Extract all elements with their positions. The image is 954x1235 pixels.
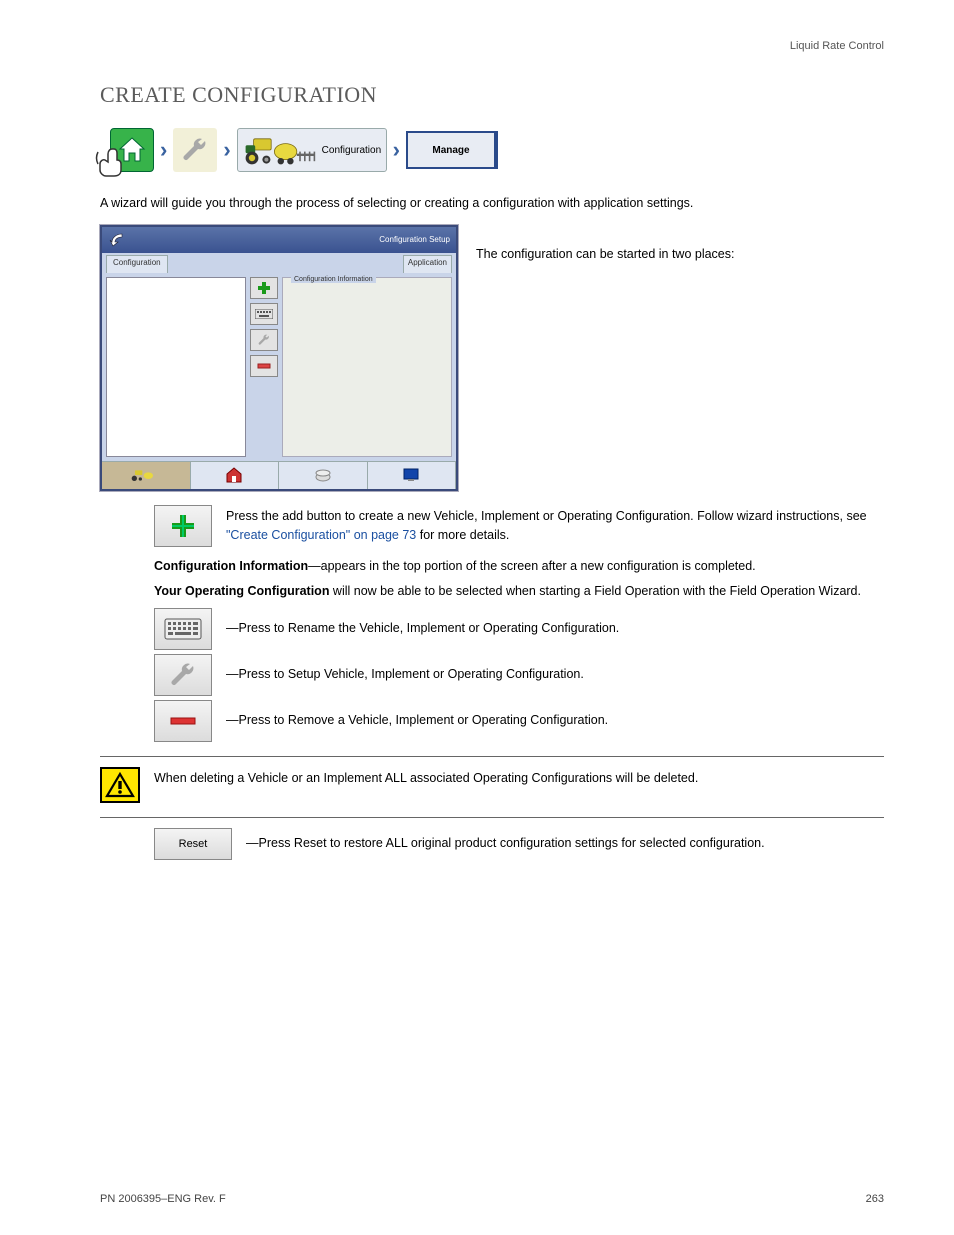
add-button-small[interactable] (250, 277, 278, 299)
screen-title-icon: Configuration Setup (379, 235, 450, 244)
wrench-icon (180, 135, 210, 165)
config-list[interactable] (106, 277, 246, 457)
tab-application[interactable]: Application (403, 255, 452, 273)
plus-icon (257, 281, 271, 295)
setup-description: —Press to Setup Vehicle, Implement or Op… (226, 665, 884, 684)
display-icon (403, 468, 419, 482)
tab-display[interactable] (368, 462, 457, 489)
chevron-right-icon: › (158, 137, 169, 163)
configuration-button[interactable]: Configuration (237, 128, 387, 172)
caution-icon (100, 767, 140, 803)
divider (100, 817, 884, 818)
setup-button[interactable] (154, 654, 212, 696)
add-button-description: Press the add button to create a new Veh… (226, 507, 884, 545)
page-footer: PN 2006395–ENG Rev. F 263 (0, 1193, 954, 1205)
remove-button-small[interactable] (250, 355, 278, 377)
divider (100, 756, 884, 757)
cross-ref-link[interactable]: "Create Configuration" on page 73 (226, 528, 416, 542)
remove-button-row: —Press to Remove a Vehicle, Implement or… (154, 700, 884, 742)
caution-row: When deleting a Vehicle or an Implement … (100, 767, 884, 803)
add-button-row: Press the add button to create a new Veh… (154, 505, 884, 547)
press-hand-icon (94, 146, 130, 178)
plus-icon (169, 512, 197, 540)
keyboard-icon (164, 618, 202, 640)
manage-label: Manage (432, 145, 469, 156)
chevron-right-icon: › (221, 137, 232, 163)
tab-product[interactable] (279, 462, 368, 489)
setup-button-row: —Press to Setup Vehicle, Implement or Op… (154, 654, 884, 696)
reset-button-row: Reset —Press Reset to restore ALL origin… (154, 828, 884, 860)
add-button[interactable] (154, 505, 212, 547)
tractor-implement-icon (244, 133, 316, 167)
breadcrumb: › › Configuration › Manage (100, 126, 884, 174)
wrench-icon (257, 333, 271, 347)
tab-vehicle[interactable] (102, 462, 191, 489)
device-bottom-tabs (102, 461, 456, 489)
configuration-label: Configuration (322, 145, 381, 156)
setup-button-small[interactable] (250, 329, 278, 351)
page-title: CREATE CONFIGURATION (100, 82, 884, 108)
intro-text: A wizard will guide you through the proc… (100, 194, 884, 213)
back-arrow-icon[interactable] (108, 232, 128, 248)
config-info-panel: Configuration Information (282, 277, 452, 457)
tractor-small-icon (131, 467, 161, 483)
manage-button[interactable]: Manage (406, 131, 498, 169)
rename-description: —Press to Rename the Vehicle, Implement … (226, 619, 884, 638)
header-category: Liquid Rate Control (100, 40, 884, 52)
rename-button-small[interactable] (250, 303, 278, 325)
wrench-icon (168, 660, 198, 690)
keyboard-icon (255, 309, 273, 319)
chevron-right-icon: › (391, 137, 402, 163)
side-text: The configuration can be started in two … (476, 225, 884, 264)
minus-icon (257, 362, 271, 370)
tab-farm[interactable] (191, 462, 280, 489)
caution-text: When deleting a Vehicle or an Implement … (154, 767, 698, 788)
config-info-block: Configuration Information—appears in the… (154, 557, 884, 602)
reset-description: —Press Reset to restore ALL original pro… (246, 834, 884, 853)
footer-rev: PN 2006395–ENG Rev. F (100, 1193, 226, 1205)
rename-button-row: —Press to Rename the Vehicle, Implement … (154, 608, 884, 650)
footer-page: 263 (866, 1193, 884, 1205)
barn-icon (225, 467, 243, 483)
minus-icon (169, 714, 197, 728)
press-home-button[interactable] (100, 126, 154, 174)
remove-description: —Press to Remove a Vehicle, Implement or… (226, 711, 884, 730)
product-icon (314, 467, 332, 483)
rename-button[interactable] (154, 608, 212, 650)
config-info-title: Configuration Information (291, 276, 376, 283)
tab-configuration[interactable]: Configuration (106, 255, 168, 273)
reset-button[interactable]: Reset (154, 828, 232, 860)
remove-button[interactable] (154, 700, 212, 742)
settings-wrench-button[interactable] (173, 128, 217, 172)
configuration-setup-screen: Configuration Setup Configuration Applic… (100, 225, 458, 491)
